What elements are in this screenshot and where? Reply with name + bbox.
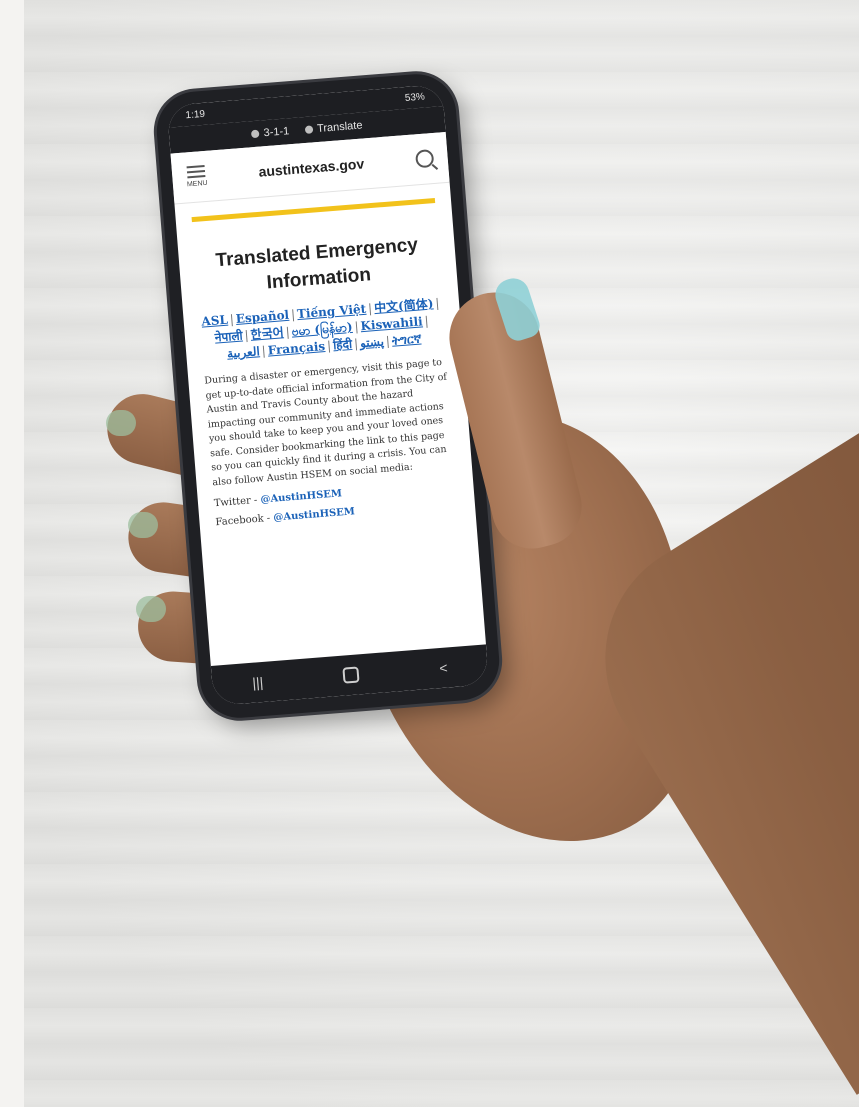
menu-button[interactable]: MENU	[186, 164, 208, 189]
android-nav-bar: ||| <	[210, 644, 490, 706]
status-time: 1:19	[185, 108, 206, 121]
back-button[interactable]: <	[439, 659, 448, 676]
language-separator: |	[424, 313, 430, 329]
fingernail	[136, 596, 166, 622]
smartphone: 1:19 53% 3-1-1 Translate MENU austintexa…	[153, 71, 503, 721]
status-battery: 53%	[404, 90, 426, 104]
language-link[interactable]: Tiếng Việt	[297, 302, 367, 321]
globe-icon	[304, 125, 314, 135]
accent-bar	[191, 198, 436, 223]
search-icon[interactable]	[414, 149, 435, 169]
site-domain[interactable]: austintexas.gov	[258, 155, 365, 179]
language-link[interactable]: ဗမာ (မြန်မာ)	[291, 320, 353, 339]
twitter-label: Twitter -	[213, 494, 258, 510]
page-content: Translated Emergency Information ASL|Esp…	[176, 197, 476, 530]
language-link[interactable]: 中文(简体)	[374, 296, 434, 315]
language-separator: |	[244, 328, 250, 343]
recents-button[interactable]: |||	[252, 674, 264, 691]
language-link[interactable]: Kiswahili	[360, 314, 423, 333]
translate-link[interactable]: Translate	[304, 119, 363, 136]
twitter-link[interactable]: @AustinHSEM	[260, 488, 342, 505]
language-separator: |	[353, 319, 360, 334]
language-link[interactable]: پښتو	[360, 334, 385, 350]
page-title: Translated Emergency Information	[214, 234, 419, 294]
language-link[interactable]: हिंदी	[333, 337, 353, 352]
facebook-label: Facebook -	[215, 512, 271, 529]
page-body: During a disaster or emergency, visit th…	[204, 356, 448, 488]
info-icon	[251, 129, 260, 139]
language-separator: |	[367, 301, 373, 316]
language-separator: |	[229, 312, 235, 327]
home-button[interactable]	[342, 666, 360, 684]
language-link[interactable]: Español	[235, 308, 289, 326]
fingernail	[106, 410, 136, 436]
language-separator: |	[385, 333, 391, 349]
menu-label: MENU	[186, 179, 208, 189]
info-link[interactable]: 3-1-1	[251, 125, 290, 140]
language-separator: |	[434, 295, 440, 311]
phone-screen: 1:19 53% 3-1-1 Translate MENU austintexa…	[166, 84, 490, 706]
language-separator: |	[290, 307, 296, 322]
hamburger-icon	[186, 164, 205, 169]
fingernail	[128, 512, 158, 538]
language-links: ASL|Español|Tiếng Việt|中文(简体)|नेपाली|한국어…	[199, 295, 446, 365]
language-link[interactable]: ትግርኛ	[391, 332, 421, 348]
language-separator: |	[353, 336, 359, 351]
translate-label: Translate	[316, 119, 363, 136]
info-label: 3-1-1	[263, 125, 290, 140]
language-separator: |	[285, 324, 291, 340]
language-link[interactable]: العربية	[226, 344, 260, 361]
language-link[interactable]: Français	[267, 339, 325, 357]
language-link[interactable]: नेपाली	[214, 329, 243, 345]
language-separator: |	[261, 343, 267, 359]
language-link[interactable]: 한국어	[250, 325, 284, 342]
facebook-link[interactable]: @AustinHSEM	[273, 506, 355, 523]
language-separator: |	[326, 338, 332, 353]
language-link[interactable]: ASL	[201, 313, 228, 329]
